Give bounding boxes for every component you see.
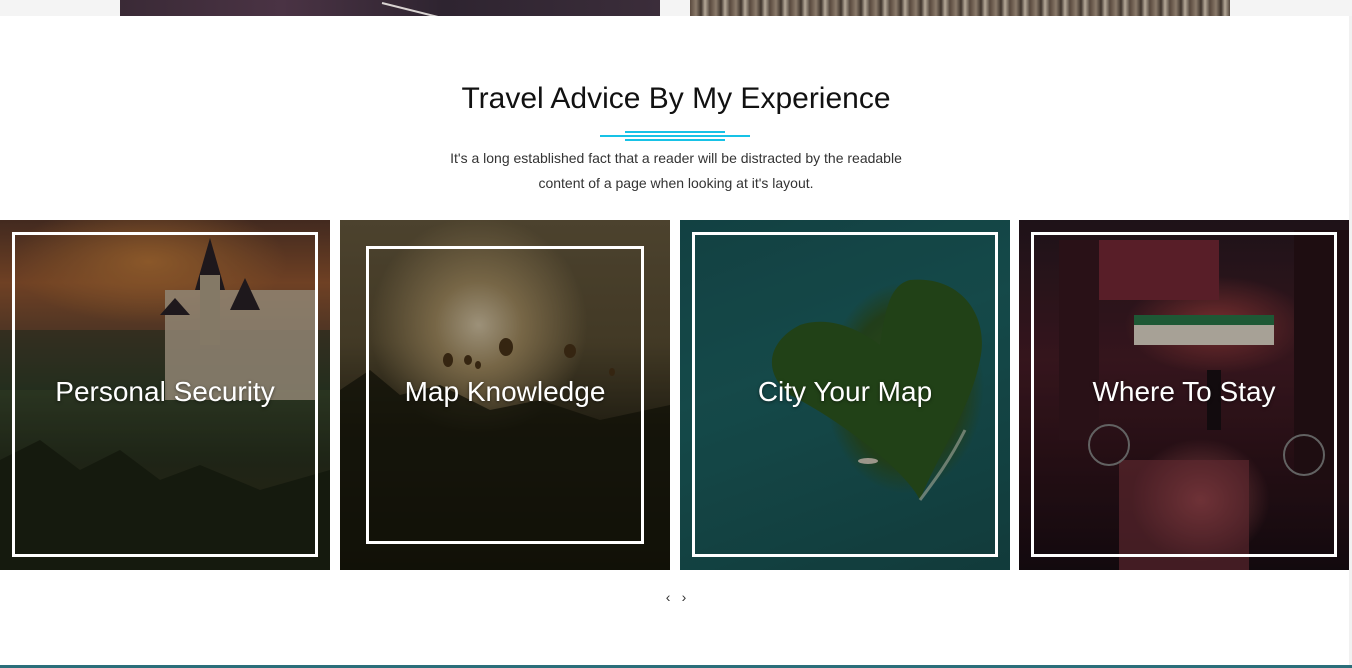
section-title: Travel Advice By My Experience — [461, 82, 891, 115]
card-title: Where To Stay — [1092, 376, 1276, 407]
carousel-next-button[interactable]: › — [678, 589, 690, 605]
top-image-strip — [0, 0, 1352, 16]
blog-image-rocks[interactable] — [690, 0, 1230, 16]
carousel-prev-button[interactable]: ‹ — [662, 589, 674, 605]
blog-image-road[interactable] — [120, 0, 660, 16]
card-map-knowledge[interactable]: Map Knowledge — [340, 220, 670, 570]
page: Travel Advice By My Experience It's a lo… — [0, 0, 1352, 668]
card-title: City Your Map — [757, 376, 933, 407]
description-line-2: content of a page when looking at it's l… — [538, 175, 814, 191]
carousel-nav: ‹ › — [0, 589, 1352, 605]
title-underline-decoration — [600, 130, 750, 142]
card-title: Map Knowledge — [404, 376, 606, 407]
card-city-your-map[interactable]: City Your Map — [680, 220, 1010, 570]
card-title: Personal Security — [55, 376, 275, 407]
card-personal-security[interactable]: Personal Security — [0, 220, 330, 570]
card-where-to-stay[interactable]: Where To Stay — [1019, 220, 1349, 570]
description-line-1: It's a long established fact that a read… — [450, 150, 902, 166]
section-description: It's a long established fact that a read… — [426, 146, 926, 196]
